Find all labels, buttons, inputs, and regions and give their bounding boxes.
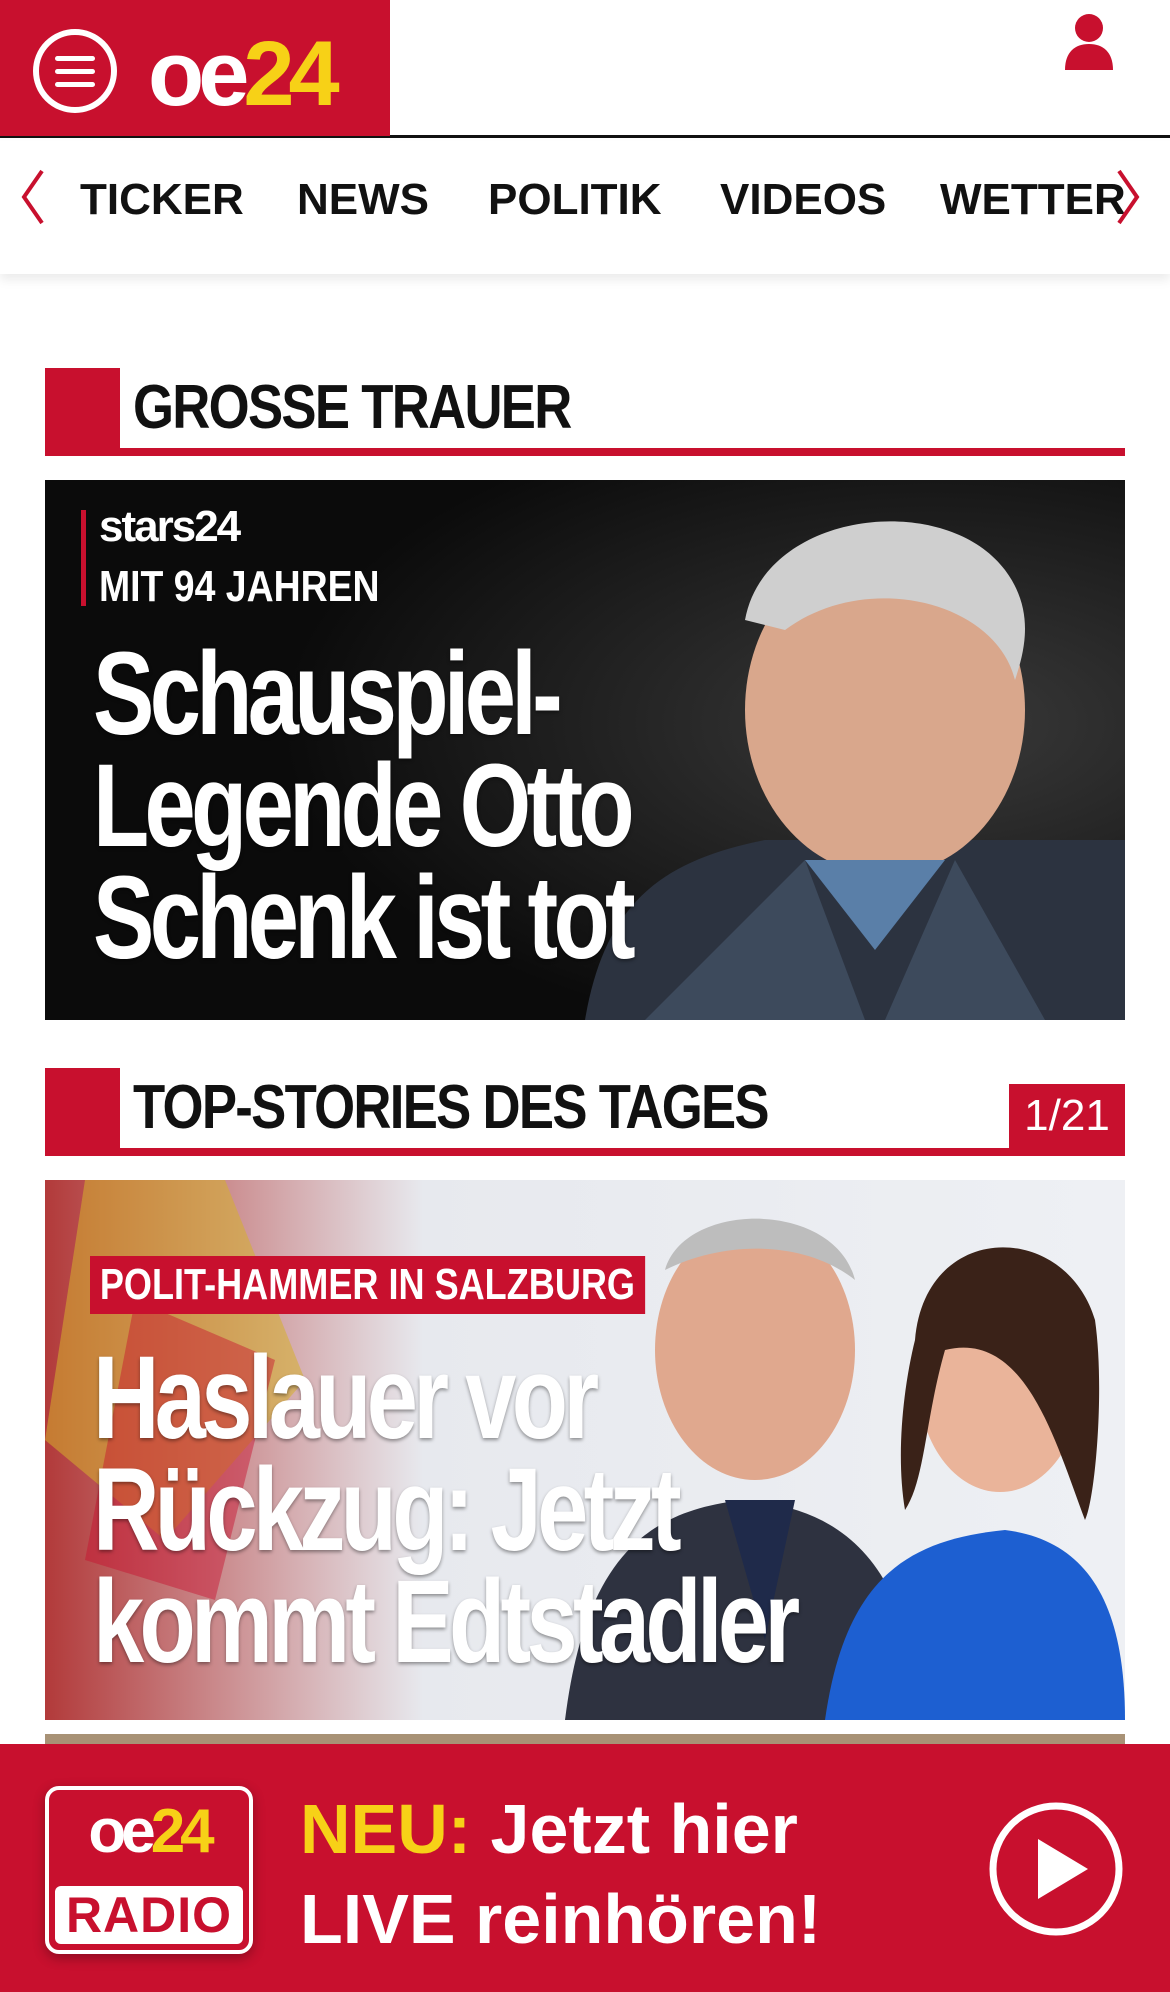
article-headline-line: Schenk ist tot xyxy=(93,852,636,984)
section-heading-top-stories: TOP-STORIES DES TAGES 1/21 xyxy=(45,1068,1125,1156)
radio-logo-wordmark: oe24 xyxy=(49,1796,249,1867)
radio-logo: oe24 RADIO xyxy=(45,1786,253,1954)
article-kicker: MIT 94 JAHREN xyxy=(99,562,380,611)
nav-item-ticker[interactable]: TICKER xyxy=(80,175,244,225)
kicker-accent-bar xyxy=(81,510,86,606)
article-brand: stars24 xyxy=(99,502,241,551)
article-headline-line: kommt Edtstadler xyxy=(93,1556,800,1688)
radio-new-label: NEU: xyxy=(300,1790,472,1868)
section-marker xyxy=(45,1068,120,1156)
logo-text-oe: oe xyxy=(148,23,249,125)
radio-logo-label: RADIO xyxy=(55,1886,243,1944)
article-card-haslauer[interactable]: POLIT-HAMMER IN SALZBURG Haslauer vor Rü… xyxy=(45,1180,1125,1720)
radio-promo-line2: LIVE reinhören! xyxy=(300,1880,822,1958)
article-headline-line: Schauspiel- xyxy=(93,628,563,760)
section-underline xyxy=(45,1148,1125,1156)
site-header: oe 24 xyxy=(0,0,1170,138)
section-title: GROSSE TRAUER xyxy=(133,373,572,442)
user-account-icon[interactable] xyxy=(1063,12,1115,72)
article-headline-line: Haslauer vor xyxy=(93,1332,599,1464)
nav-item-wetter[interactable]: WETTER xyxy=(940,175,1126,225)
article-headline-line: Legende Otto xyxy=(93,740,635,872)
radio-promo-line1-rest: Jetzt hier xyxy=(471,1790,798,1868)
section-title: TOP-STORIES DES TAGES xyxy=(133,1073,770,1142)
radio-promo-line1: NEU: Jetzt hier xyxy=(300,1784,821,1874)
section-marker xyxy=(45,368,120,456)
menu-bar-icon xyxy=(55,55,95,61)
chevron-left-icon[interactable] xyxy=(18,167,48,227)
section-underline xyxy=(45,448,1125,456)
radio-logo-oe: oe xyxy=(88,1797,155,1866)
radio-promo-banner[interactable]: oe24 RADIO NEU: Jetzt hier LIVE reinhöre… xyxy=(0,1744,1170,1992)
nav-item-politik[interactable]: POLITIK xyxy=(488,175,662,225)
menu-bar-icon xyxy=(55,68,95,74)
nav-item-news[interactable]: NEWS xyxy=(297,175,429,225)
page: oe 24 TICKER NEWS POLITIK VIDEOS WETTER G… xyxy=(0,0,1170,1992)
hamburger-menu-button[interactable] xyxy=(33,29,117,113)
category-nav: TICKER NEWS POLITIK VIDEOS WETTER xyxy=(0,141,1170,274)
chevron-right-icon[interactable] xyxy=(1113,167,1143,227)
brand-block: oe 24 xyxy=(0,0,390,136)
menu-bar-icon xyxy=(55,81,95,87)
radio-promo-text: NEU: Jetzt hier LIVE reinhören! xyxy=(300,1784,821,1964)
article-headline-line: Rückzug: Jetzt xyxy=(93,1444,682,1576)
article-kicker-badge: POLIT-HAMMER IN SALZBURG xyxy=(90,1256,645,1314)
section-heading-grosse-trauer: GROSSE TRAUER xyxy=(45,368,1125,456)
article-card-schenk[interactable]: stars24 MIT 94 JAHREN Schauspiel- Legend… xyxy=(45,480,1125,1020)
nav-item-videos[interactable]: VIDEOS xyxy=(720,175,886,225)
story-counter-badge: 1/21 xyxy=(1009,1084,1125,1148)
radio-logo-24: 24 xyxy=(150,1797,215,1866)
logo-text-24: 24 xyxy=(243,23,339,125)
site-logo[interactable]: oe 24 xyxy=(148,22,340,125)
play-icon[interactable] xyxy=(988,1801,1124,1937)
